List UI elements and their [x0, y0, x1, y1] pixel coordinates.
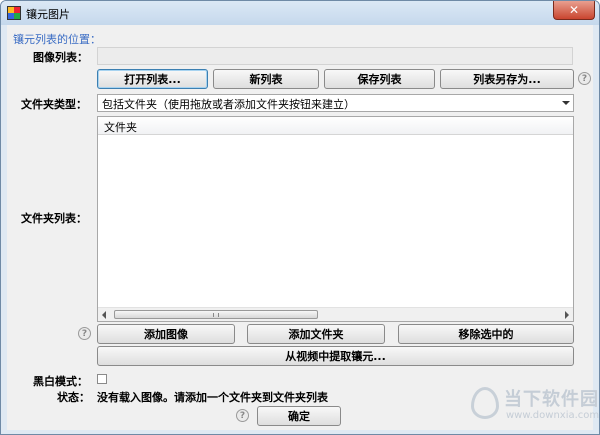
status-text: 没有载入图像。请添加一个文件夹到文件夹列表 — [97, 391, 328, 404]
add-folder-button[interactable]: 添加文件夹 — [247, 324, 385, 344]
watermark-title: 当下软件园 — [504, 389, 599, 410]
image-list-label: 图像列表： — [33, 51, 88, 64]
bw-mode-checkbox[interactable] — [97, 374, 107, 384]
grip-icon — [213, 313, 219, 317]
app-logo-icon — [7, 6, 21, 20]
new-list-button[interactable]: 新列表 — [213, 69, 319, 89]
bw-mode-label: 黑白模式： — [33, 375, 88, 388]
watermark-url: www.downxia.com — [506, 410, 600, 421]
help-icon[interactable]: ? — [78, 327, 91, 340]
column-header-folder[interactable]: 文件夹 — [104, 119, 137, 135]
open-list-button[interactable]: 打开列表... — [97, 69, 208, 89]
horizontal-scrollbar[interactable] — [98, 307, 573, 321]
window-title: 镶元图片 — [26, 8, 70, 21]
watermark-logo-icon — [471, 387, 499, 419]
close-button[interactable]: ✕ — [553, 1, 595, 20]
status-label: 状态： — [57, 391, 90, 404]
add-image-button[interactable]: 添加图像 — [97, 324, 235, 344]
watermark: 当下软件园 www.downxia.com — [471, 377, 599, 433]
folder-listview[interactable]: 文件夹 — [97, 116, 574, 322]
close-icon: ✕ — [568, 3, 580, 17]
image-list-path-field — [97, 47, 573, 65]
folder-list-label: 文件夹列表： — [21, 212, 87, 225]
help-icon[interactable]: ? — [236, 409, 249, 422]
save-list-as-button[interactable]: 列表另存为... — [440, 69, 574, 89]
extract-from-video-button[interactable]: 从视频中提取镶元... — [97, 346, 574, 366]
title-bar[interactable]: 镶元图片 ✕ — [1, 1, 599, 25]
section-title: 镶元列表的位置： — [13, 33, 101, 46]
folder-type-select[interactable]: 包括文件夹（使用拖放或者添加文件夹按钮来建立） — [97, 94, 574, 112]
app-window: 镶元图片 ✕ 镶元列表的位置： 图像列表： 打开列表... 新列表 保存列表 列… — [0, 0, 600, 435]
help-icon[interactable]: ? — [578, 72, 591, 85]
save-list-button[interactable]: 保存列表 — [324, 69, 435, 89]
remove-selected-button[interactable]: 移除选中的 — [398, 324, 574, 344]
chevron-down-icon — [562, 101, 570, 105]
scrollbar-thumb[interactable] — [114, 310, 318, 319]
folder-type-label: 文件夹类型： — [21, 98, 87, 111]
folder-type-selected-value: 包括文件夹（使用拖放或者添加文件夹按钮来建立） — [102, 98, 355, 111]
scroll-left-icon[interactable] — [102, 311, 106, 319]
ok-button[interactable]: 确定 — [257, 406, 341, 426]
dialog-body: 镶元列表的位置： 图像列表： 打开列表... 新列表 保存列表 列表另存为...… — [7, 25, 593, 430]
scroll-right-icon[interactable] — [565, 311, 569, 319]
listview-header[interactable]: 文件夹 — [98, 117, 573, 135]
